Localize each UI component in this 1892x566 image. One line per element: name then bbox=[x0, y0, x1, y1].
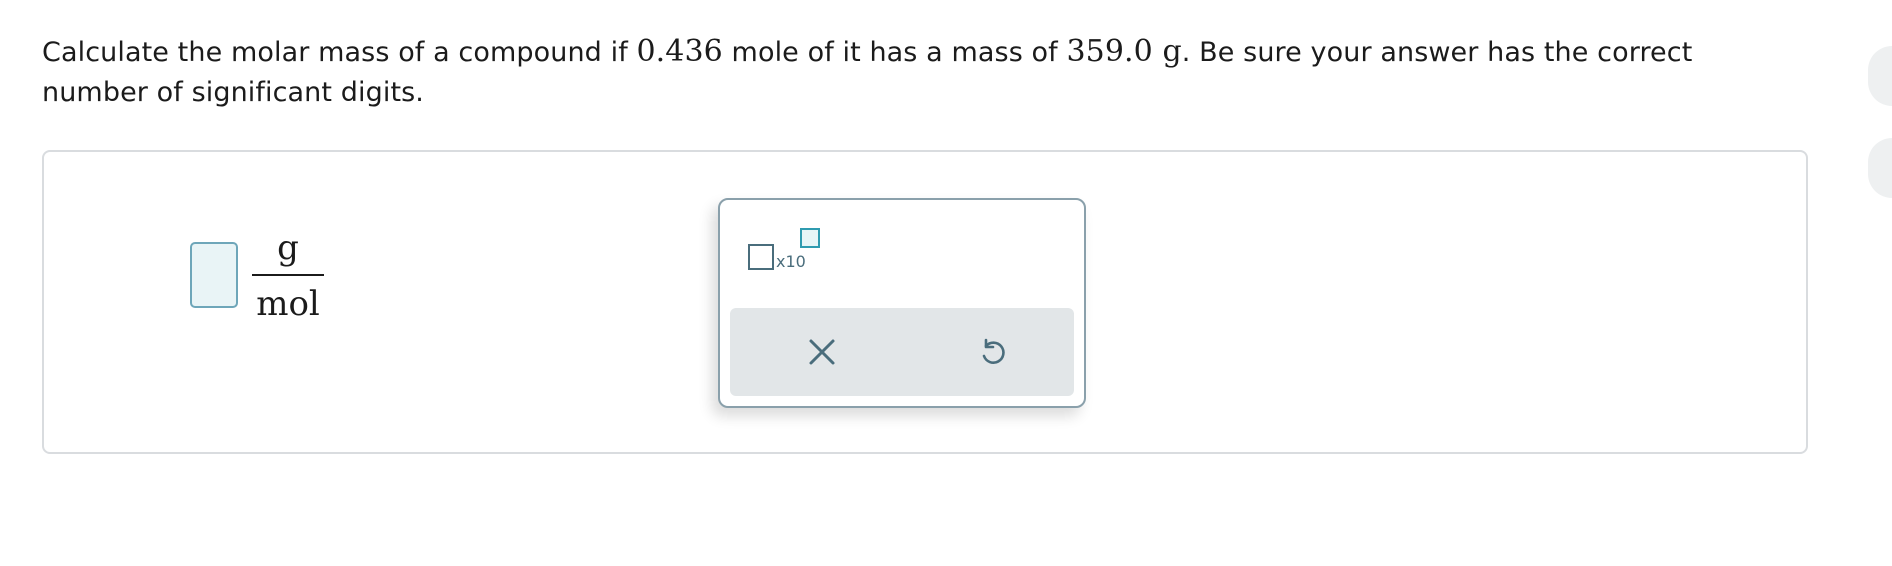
sci-exponent-box-icon bbox=[800, 228, 820, 248]
close-icon bbox=[809, 339, 835, 365]
math-toolbox: x10 bbox=[718, 198, 1086, 408]
fraction-bar bbox=[252, 274, 324, 276]
unit-denominator: mol bbox=[256, 284, 320, 324]
answer-input[interactable] bbox=[190, 242, 238, 308]
side-tab-lower[interactable] bbox=[1868, 138, 1892, 198]
undo-icon bbox=[982, 338, 1005, 364]
sci-x10-label: x10 bbox=[776, 252, 806, 271]
side-tab-upper[interactable] bbox=[1868, 46, 1892, 106]
question-part-1: Calculate the molar mass of a compound i… bbox=[42, 37, 637, 68]
sci-base-box-icon bbox=[748, 244, 774, 270]
undo-button[interactable] bbox=[970, 330, 1014, 374]
action-bar bbox=[730, 308, 1074, 396]
clear-button[interactable] bbox=[800, 330, 844, 374]
moles-value: 0.436 bbox=[636, 34, 723, 69]
question-part-2: mole of it has a mass of bbox=[722, 37, 1067, 68]
scientific-notation-button[interactable]: x10 bbox=[748, 228, 828, 278]
question-text: Calculate the molar mass of a compound i… bbox=[42, 32, 1762, 113]
unit-numerator: g bbox=[277, 228, 299, 268]
mass-value: 359.0 g bbox=[1066, 34, 1182, 69]
